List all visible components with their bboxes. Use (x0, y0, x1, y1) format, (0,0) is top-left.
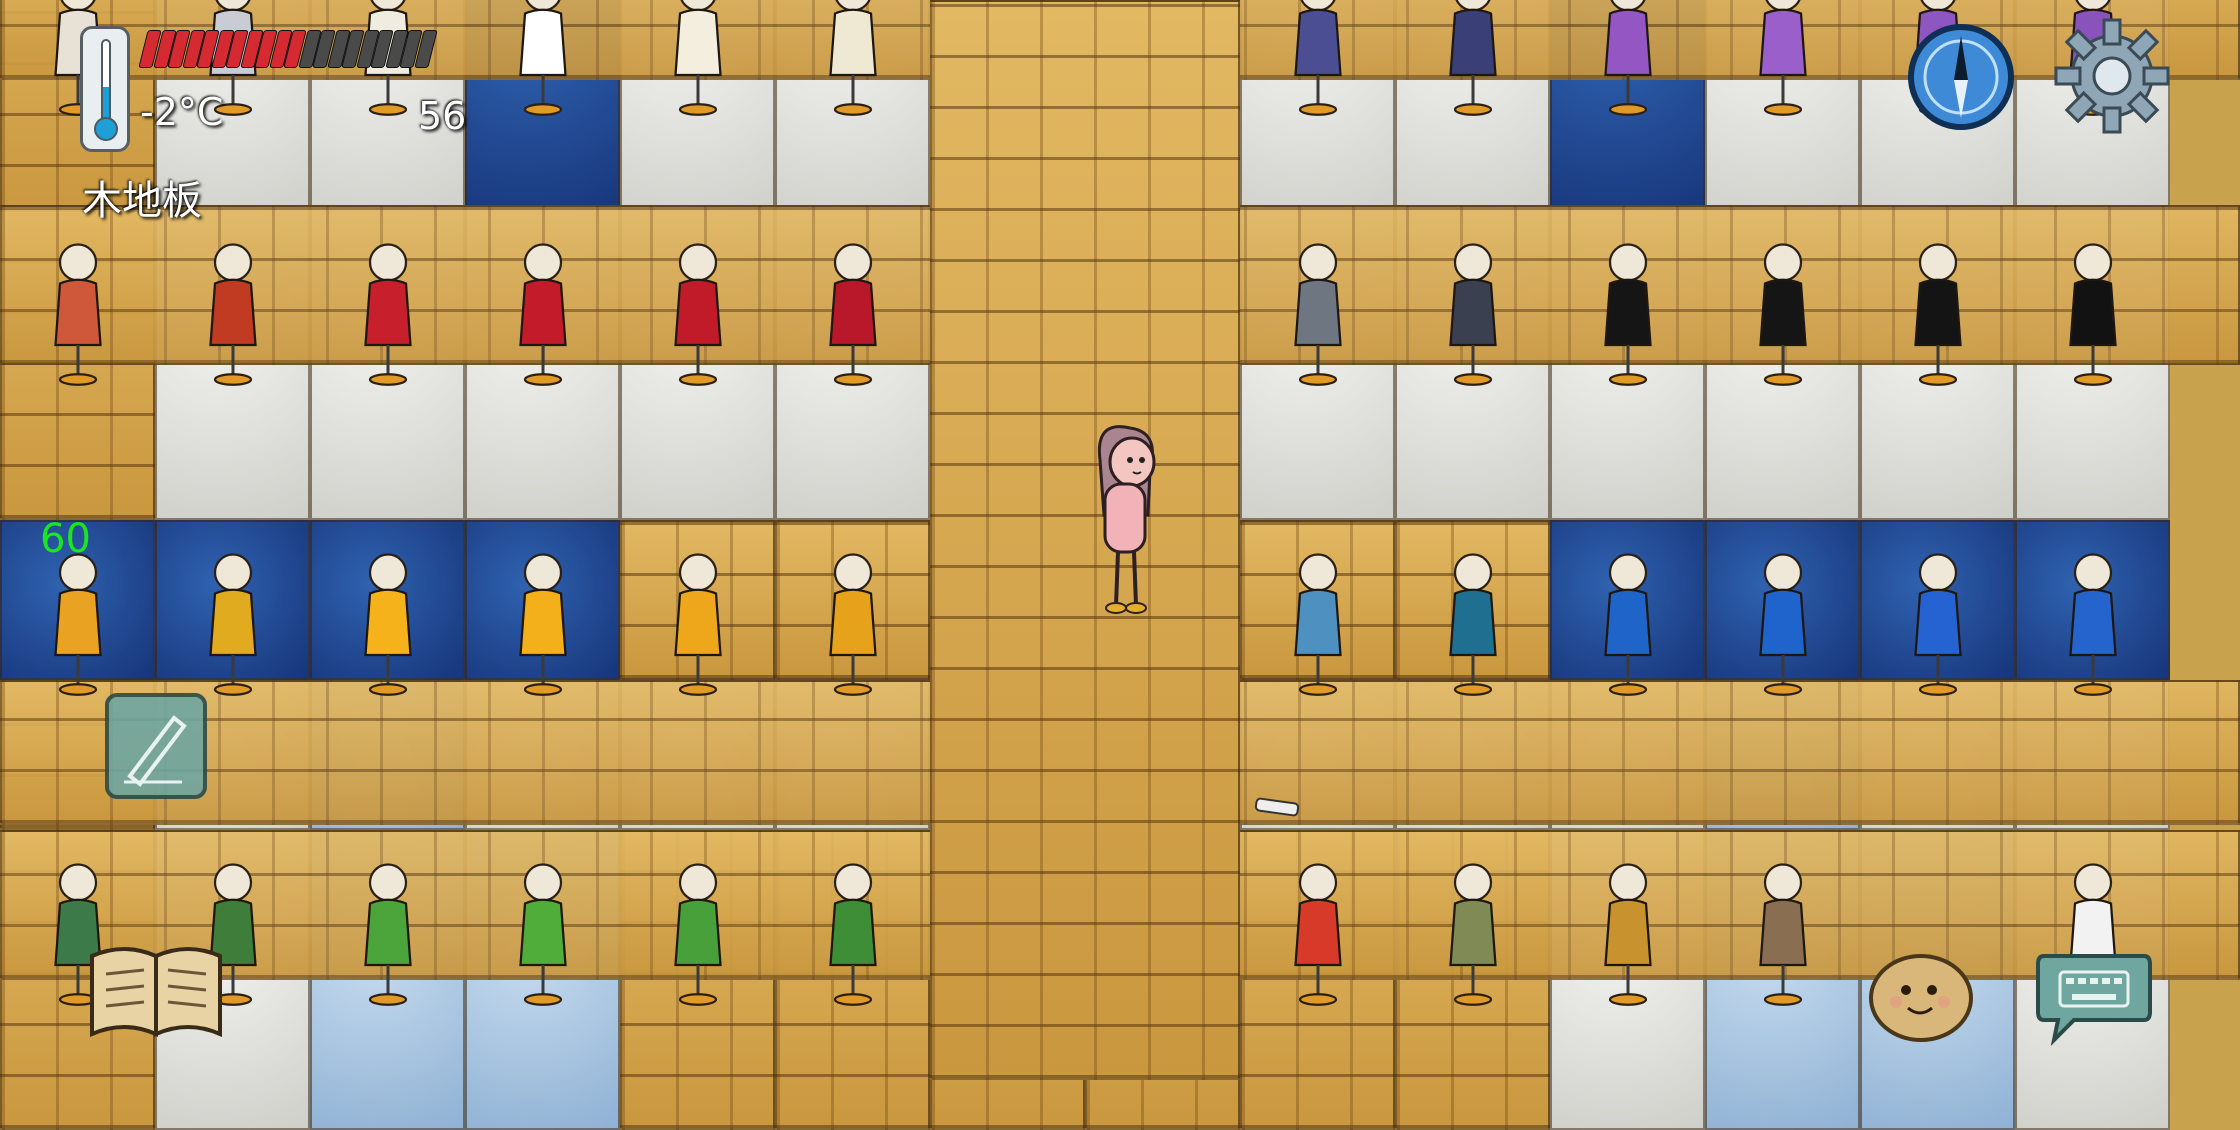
keyboard-chat-icon[interactable] (2034, 946, 2154, 1046)
clothing-mannequin[interactable] (803, 0, 903, 120)
compass-icon[interactable] (1906, 22, 2016, 132)
clothing-mannequin[interactable] (1268, 550, 1368, 700)
clothing-mannequin[interactable] (648, 860, 748, 1010)
clothing-mannequin[interactable] (1733, 860, 1833, 1010)
clothing-mannequin[interactable] (1578, 860, 1678, 1010)
clothing-mannequin[interactable] (1423, 860, 1523, 1010)
clothing-mannequin[interactable] (338, 240, 438, 390)
clothing-mannequin[interactable] (1888, 550, 1988, 700)
clothing-mannequin[interactable] (1268, 240, 1368, 390)
clothing-mannequin[interactable] (1268, 860, 1368, 1010)
clothing-mannequin[interactable] (1578, 240, 1678, 390)
player-character (1097, 425, 1156, 614)
clothing-mannequin[interactable] (183, 240, 283, 390)
clothing-mannequin[interactable] (1733, 240, 1833, 390)
clothing-mannequin[interactable] (1733, 0, 1833, 120)
clothing-mannequin[interactable] (493, 0, 593, 120)
clothing-mannequin[interactable] (803, 240, 903, 390)
game-world[interactable] (0, 0, 2240, 1130)
clothing-mannequin[interactable] (1423, 550, 1523, 700)
clothing-mannequin[interactable] (493, 860, 593, 1010)
clothing-mannequin[interactable] (1578, 550, 1678, 700)
clothing-mannequin[interactable] (1888, 240, 1988, 390)
clothing-mannequin[interactable] (1268, 0, 1368, 120)
temperature-readout: -2°C (140, 90, 224, 134)
clothing-mannequin[interactable] (1423, 240, 1523, 390)
clothing-mannequin[interactable] (1423, 0, 1523, 120)
pencil-icon[interactable] (104, 692, 208, 800)
clothing-mannequin[interactable] (803, 860, 903, 1010)
clothing-mannequin[interactable] (648, 240, 748, 390)
ground-type-label: 木地板 (82, 178, 202, 224)
clothing-mannequin[interactable] (28, 240, 128, 390)
clothing-mannequin[interactable] (803, 550, 903, 700)
food-counter: 56 (418, 94, 467, 138)
fps-counter: 60 (40, 516, 91, 562)
gear-icon[interactable] (2052, 16, 2172, 136)
hunger-bar (138, 30, 443, 68)
clothing-mannequin[interactable] (1578, 0, 1678, 120)
clothing-mannequin[interactable] (338, 550, 438, 700)
clothing-mannequin[interactable] (183, 550, 283, 700)
clothing-mannequin[interactable] (648, 0, 748, 120)
emote-face-icon[interactable] (1866, 950, 1976, 1046)
thermometer-icon (80, 26, 130, 152)
clothing-mannequin[interactable] (493, 550, 593, 700)
clothing-mannequin[interactable] (2043, 550, 2143, 700)
clothing-mannequin[interactable] (493, 240, 593, 390)
clothing-mannequin[interactable] (2043, 240, 2143, 390)
book-icon[interactable] (86, 940, 226, 1040)
clothing-mannequin[interactable] (1733, 550, 1833, 700)
clothing-mannequin[interactable] (648, 550, 748, 700)
clothing-mannequin[interactable] (338, 860, 438, 1010)
clothing-mannequin[interactable] (28, 550, 128, 700)
